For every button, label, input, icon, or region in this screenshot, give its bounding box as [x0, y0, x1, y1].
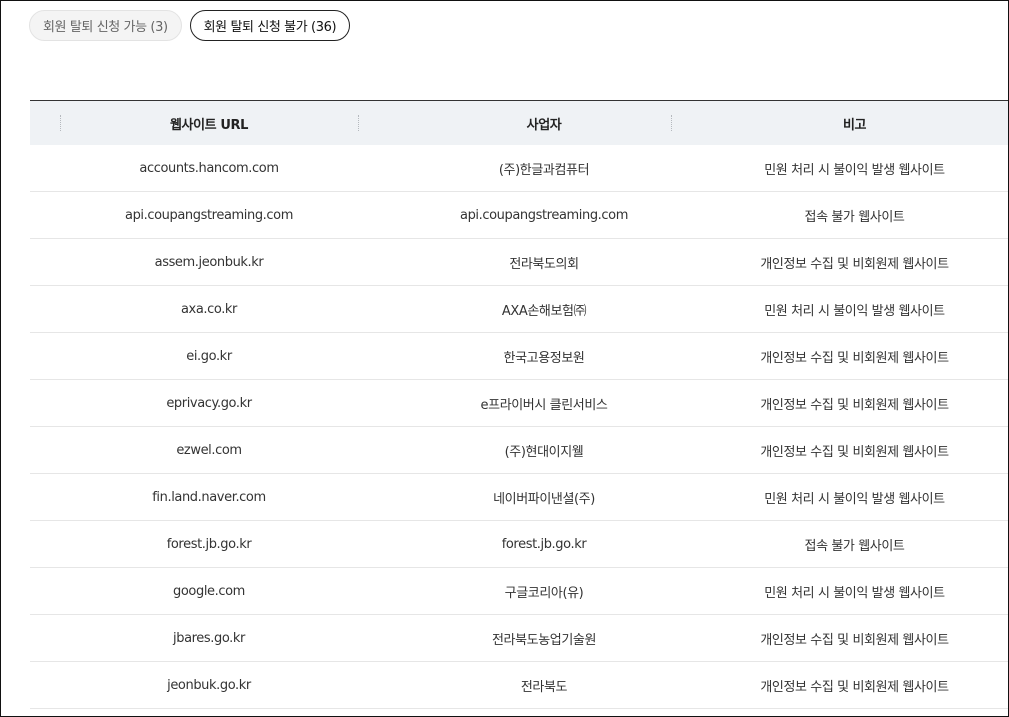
header-note: 비고 [842, 117, 867, 133]
cell-note: 개인정보 수집 및 비회원제 웹사이트 [760, 444, 949, 460]
table-row: ei.go.kr 한국고용정보원 개인정보 수집 및 비회원제 웹사이트 [30, 333, 1008, 380]
cell-note: 개인정보 수집 및 비회원제 웹사이트 [760, 256, 949, 272]
cell-note: 민원 처리 시 불이익 발생 웹사이트 [764, 162, 945, 178]
table-row: ezwel.com (주)현대이지웰 개인정보 수집 및 비회원제 웹사이트 [30, 427, 1008, 474]
table-row: accounts.hancom.com (주)한글과컴퓨터 민원 처리 시 불이… [30, 145, 1008, 192]
cell-operator: 한국고용정보원 [503, 350, 585, 366]
cell-operator: 전라북도농업기술원 [491, 632, 597, 648]
tab-withdrawal-unavailable[interactable]: 회원 탈퇴 신청 불가 (36) [189, 10, 351, 41]
cell-note: 개인정보 수집 및 비회원제 웹사이트 [760, 632, 949, 648]
table-row: forest.jb.go.kr forest.jb.go.kr 접속 불가 웹사… [30, 521, 1008, 568]
table-header: 웹사이트 URL 사업자 비고 [30, 101, 1008, 145]
cell-note: 개인정보 수집 및 비회원제 웹사이트 [760, 679, 949, 695]
header-website-url: 웹사이트 URL [169, 117, 249, 133]
cell-operator: forest.jb.go.kr [501, 536, 587, 552]
tab-label: 회원 탈퇴 신청 가능 (3) [43, 20, 168, 35]
cell-operator: (주)한글과컴퓨터 [498, 162, 590, 178]
cell-operator: api.coupangstreaming.com [460, 207, 628, 223]
cell-url: fin.land.naver.com [152, 489, 266, 505]
cell-url: accounts.hancom.com [139, 160, 279, 176]
table-row: api.coupangstreaming.com api.coupangstre… [30, 192, 1008, 239]
tab-label: 회원 탈퇴 신청 불가 (36) [203, 20, 337, 35]
cell-note: 접속 불가 웹사이트 [804, 209, 905, 225]
cell-url: forest.jb.go.kr [166, 536, 252, 552]
cell-url: eprivacy.go.kr [166, 395, 252, 411]
cell-operator: 전라북도의회 [509, 256, 579, 272]
cell-operator: 구글코리아(유) [504, 585, 584, 601]
cell-url: jbares.go.kr [173, 630, 245, 646]
table-row: axa.co.kr AXA손해보험㈜ 민원 처리 시 불이익 발생 웹사이트 [30, 286, 1008, 333]
cell-url: axa.co.kr [180, 301, 238, 317]
table-row: assem.jeonbuk.kr 전라북도의회 개인정보 수집 및 비회원제 웹… [30, 239, 1008, 286]
cell-url: ezwel.com [176, 442, 242, 458]
cell-note: 접속 불가 웹사이트 [804, 538, 905, 554]
header-operator: 사업자 [526, 117, 562, 133]
website-table: 웹사이트 URL 사업자 비고 accounts.hancom.com (주)한… [30, 100, 1008, 709]
cell-note: 민원 처리 시 불이익 발생 웹사이트 [764, 585, 945, 601]
cell-operator: AXA손해보험㈜ [501, 303, 587, 319]
table-row: eprivacy.go.kr e프라이버시 클린서비스 개인정보 수집 및 비회… [30, 380, 1008, 427]
cell-operator: 전라북도 [520, 679, 568, 695]
table-row: google.com 구글코리아(유) 민원 처리 시 불이익 발생 웹사이트 [30, 568, 1008, 615]
cell-operator: (주)현대이지웰 [504, 444, 584, 460]
column-divider [671, 115, 672, 131]
cell-url: jeonbuk.go.kr [167, 677, 251, 693]
cell-note: 개인정보 수집 및 비회원제 웹사이트 [760, 397, 949, 413]
cell-note: 민원 처리 시 불이익 발생 웹사이트 [764, 303, 945, 319]
table-row: jeonbuk.go.kr 전라북도 개인정보 수집 및 비회원제 웹사이트 [30, 662, 1008, 709]
cell-url: assem.jeonbuk.kr [154, 254, 264, 270]
page-frame: 회원 탈퇴 신청 가능 (3) 회원 탈퇴 신청 불가 (36) 웹사이트 UR… [0, 0, 1009, 717]
cell-url: api.coupangstreaming.com [125, 207, 293, 223]
cell-url: google.com [173, 583, 245, 599]
column-divider [358, 115, 359, 131]
cell-url: ei.go.kr [186, 348, 232, 364]
filter-tabs: 회원 탈퇴 신청 가능 (3) 회원 탈퇴 신청 불가 (36) [29, 10, 351, 41]
cell-operator: e프라이버시 클린서비스 [480, 397, 608, 413]
cell-operator: 네이버파이낸셜(주) [493, 491, 595, 507]
table-row: fin.land.naver.com 네이버파이낸셜(주) 민원 처리 시 불이… [30, 474, 1008, 521]
table-row: jbares.go.kr 전라북도농업기술원 개인정보 수집 및 비회원제 웹사… [30, 615, 1008, 662]
cell-note: 개인정보 수집 및 비회원제 웹사이트 [760, 350, 949, 366]
cell-note: 민원 처리 시 불이익 발생 웹사이트 [764, 491, 945, 507]
tab-withdrawal-available[interactable]: 회원 탈퇴 신청 가능 (3) [29, 10, 182, 41]
